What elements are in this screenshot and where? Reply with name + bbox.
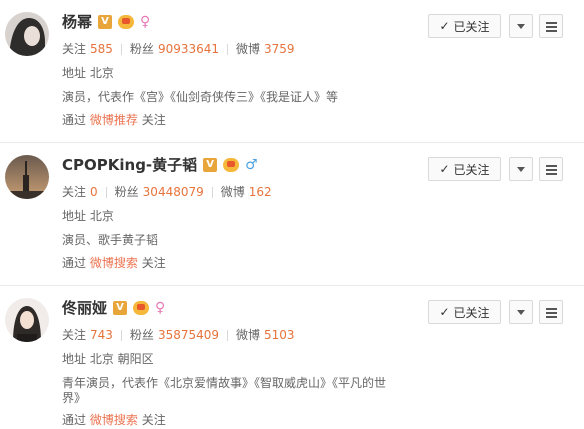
- weibo-label: 微博: [236, 42, 261, 56]
- fans-count[interactable]: 35875409: [158, 328, 219, 342]
- fans-label: 粉丝: [129, 328, 154, 342]
- location-row: 地址 北京: [62, 207, 114, 224]
- user-name-row: CPOPKing-黄子韬 V ♂: [62, 154, 258, 175]
- followed-label: 已关注: [453, 19, 490, 34]
- follow-source: 通过 微博搜索 关注: [62, 411, 166, 428]
- chevron-down-icon: [517, 23, 525, 29]
- follow-label: 关注: [62, 42, 87, 56]
- user-name-row: 杨幂 V ♀: [62, 11, 150, 32]
- fans-label: 粉丝: [129, 42, 154, 56]
- weibo-label: 微博: [220, 185, 245, 199]
- verified-icon[interactable]: V: [203, 157, 218, 172]
- user-card: CPOPKing-黄子韬 V ♂ 关注 0 粉丝 30448079 微博 162 地址 北…: [0, 143, 584, 285]
- check-icon: ✓: [439, 19, 450, 33]
- stats-row: 关注 0 粉丝 30448079 微博 162: [62, 183, 272, 200]
- vip-icon[interactable]: [118, 14, 135, 29]
- avatar[interactable]: [5, 12, 49, 56]
- followed-button[interactable]: ✓ 已关注: [428, 300, 501, 324]
- avatar[interactable]: [5, 155, 49, 199]
- more-dropdown-button[interactable]: [509, 14, 533, 38]
- description-line-1: 青年演员，代表作《北京爱情故事》《智取威虎山》《平凡的世: [62, 376, 387, 390]
- description: 演员、歌手黄子韬: [62, 233, 159, 247]
- weibo-count[interactable]: 3759: [264, 42, 295, 56]
- more-dropdown-button[interactable]: [509, 300, 533, 324]
- divider: [211, 187, 213, 198]
- user-name-row: 佟丽娅 V ♀: [62, 297, 165, 318]
- fans-count[interactable]: 90933641: [158, 42, 219, 56]
- divider: [120, 44, 122, 55]
- divider: [227, 330, 229, 341]
- menu-icon: [545, 307, 557, 318]
- followed-button[interactable]: ✓ 已关注: [428, 14, 501, 38]
- menu-icon: [545, 164, 557, 175]
- followed-label: 已关注: [453, 162, 490, 177]
- divider: [105, 187, 107, 198]
- location-value: 北京 朝阳区: [89, 352, 154, 366]
- location-row: 地址 北京 朝阳区: [62, 350, 154, 367]
- via-suffix: 关注: [141, 256, 166, 270]
- via-link[interactable]: 微博推荐: [90, 113, 138, 127]
- chevron-down-icon: [517, 309, 525, 315]
- female-icon: ♀: [155, 299, 166, 316]
- user-name[interactable]: 佟丽娅: [62, 297, 107, 318]
- follow-label: 关注: [62, 185, 87, 199]
- location-value: 北京: [89, 66, 114, 80]
- via-prefix: 通过: [62, 113, 87, 127]
- verified-icon[interactable]: V: [113, 300, 128, 315]
- follow-count[interactable]: 0: [90, 185, 98, 199]
- location-label: 地址: [62, 352, 87, 366]
- weibo-label: 微博: [236, 328, 261, 342]
- via-prefix: 通过: [62, 413, 87, 427]
- follow-count[interactable]: 585: [90, 42, 113, 56]
- weibo-count[interactable]: 162: [249, 185, 272, 199]
- male-icon: ♂: [245, 156, 258, 173]
- vip-icon[interactable]: [133, 300, 150, 315]
- menu-button[interactable]: [539, 157, 563, 181]
- location-value: 北京: [89, 209, 114, 223]
- description-line-2: 界》: [62, 391, 87, 405]
- menu-icon: [545, 21, 557, 32]
- stats-row: 关注 585 粉丝 90933641 微博 3759: [62, 40, 295, 57]
- female-icon: ♀: [140, 13, 151, 30]
- stats-row: 关注 743 粉丝 35875409 微博 5103: [62, 326, 295, 343]
- via-suffix: 关注: [141, 413, 166, 427]
- followed-label: 已关注: [453, 305, 490, 320]
- user-name[interactable]: 杨幂: [62, 11, 92, 32]
- follow-source: 通过 微博搜索 关注: [62, 254, 166, 271]
- divider: [227, 44, 229, 55]
- user-card: 杨幂 V ♀ 关注 585 粉丝 90933641 微博 3759 地址 北京 演员，代表…: [0, 0, 584, 142]
- follow-label: 关注: [62, 328, 87, 342]
- chevron-down-icon: [517, 166, 525, 172]
- fans-label: 粉丝: [114, 185, 139, 199]
- follow-count[interactable]: 743: [90, 328, 113, 342]
- fans-count[interactable]: 30448079: [143, 185, 204, 199]
- more-dropdown-button[interactable]: [509, 157, 533, 181]
- menu-button[interactable]: [539, 14, 563, 38]
- via-link[interactable]: 微博搜索: [90, 413, 138, 427]
- user-name[interactable]: CPOPKing-黄子韬: [62, 154, 197, 175]
- check-icon: ✓: [439, 162, 450, 176]
- divider: [120, 330, 122, 341]
- via-suffix: 关注: [141, 113, 166, 127]
- avatar[interactable]: [5, 298, 49, 342]
- via-link[interactable]: 微博搜索: [90, 256, 138, 270]
- check-icon: ✓: [439, 305, 450, 319]
- via-prefix: 通过: [62, 256, 87, 270]
- user-card: 佟丽娅 V ♀ 关注 743 粉丝 35875409 微博 5103 地址 北京 朝阳区 …: [0, 286, 584, 429]
- followed-button[interactable]: ✓ 已关注: [428, 157, 501, 181]
- verified-icon[interactable]: V: [98, 14, 113, 29]
- follow-source: 通过 微博推荐 关注: [62, 111, 166, 128]
- location-label: 地址: [62, 66, 87, 80]
- description: 演员，代表作《宫》《仙剑奇侠传三》《我是证人》等: [62, 90, 339, 104]
- weibo-count[interactable]: 5103: [264, 328, 295, 342]
- vip-icon[interactable]: [223, 157, 240, 172]
- menu-button[interactable]: [539, 300, 563, 324]
- location-label: 地址: [62, 209, 87, 223]
- location-row: 地址 北京: [62, 64, 114, 81]
